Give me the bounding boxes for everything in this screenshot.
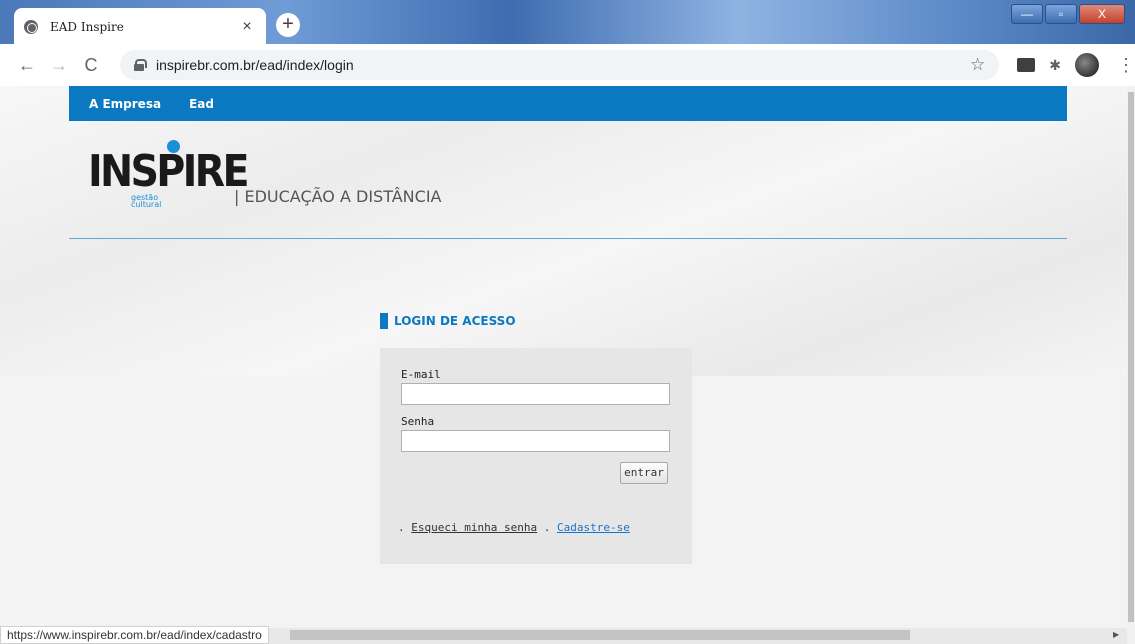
browser-toolbar: ← → C inspirebr.com.br/ead/index/login ☆… — [0, 44, 1135, 86]
reload-icon[interactable]: C — [78, 52, 104, 78]
bookmark-star-icon[interactable]: ☆ — [970, 55, 985, 75]
window-controls: — ▫ X — [1011, 4, 1125, 24]
site-tagline: | EDUCAÇÃO A DISTÂNCIA — [234, 187, 442, 206]
inspire-logo[interactable]: INSPIRE gestão cultural — [88, 136, 250, 216]
menu-dots-icon[interactable]: ⋮ — [1117, 55, 1135, 76]
lock-icon[interactable] — [133, 59, 147, 71]
globe-icon — [24, 20, 38, 34]
page-content: A Empresa Ead INSPIRE gestão cultural | … — [0, 86, 1127, 628]
maximize-button[interactable]: ▫ — [1045, 4, 1077, 24]
logo-subtitle: gestão cultural — [131, 194, 162, 209]
separator: . — [537, 521, 557, 534]
signup-link[interactable]: Cadastre-se — [557, 521, 630, 534]
forward-icon[interactable]: → — [46, 52, 72, 78]
status-bar: https://www.inspirebr.com.br/ead/index/c… — [0, 626, 269, 644]
logo-text: INSPIRE — [88, 146, 250, 197]
nav-link-ead[interactable]: Ead — [189, 97, 214, 111]
address-bar[interactable]: inspirebr.com.br/ead/index/login ☆ — [119, 50, 1000, 80]
heading-bar — [380, 313, 388, 329]
url-text[interactable]: inspirebr.com.br/ead/index/login — [156, 57, 970, 73]
horizontal-scrollbar-thumb[interactable] — [290, 630, 910, 640]
vertical-scrollbar-thumb[interactable] — [1128, 92, 1134, 622]
password-label: Senha — [401, 415, 435, 428]
tab-title: EAD Inspire — [50, 20, 124, 34]
new-tab-button[interactable]: + — [276, 13, 300, 37]
scroll-right-icon[interactable]: ▶ — [1113, 630, 1119, 639]
extensions-area: ✱ ⋮ — [1017, 53, 1135, 77]
login-heading: LOGIN DE ACESSO — [380, 313, 516, 329]
browser-titlebar: EAD Inspire × + — ▫ X — [0, 0, 1135, 46]
login-form: E-mail Senha entrar . Esqueci minha senh… — [380, 348, 692, 564]
submit-button[interactable]: entrar — [620, 462, 668, 484]
browser-tab[interactable]: EAD Inspire × — [14, 8, 266, 46]
site-nav: A Empresa Ead — [69, 86, 1067, 121]
close-tab-icon[interactable]: × — [238, 18, 256, 36]
profile-avatar[interactable] — [1075, 53, 1100, 77]
close-window-button[interactable]: X — [1079, 4, 1125, 24]
separator: . — [398, 521, 412, 534]
logo-dot — [167, 140, 180, 153]
login-links: . Esqueci minha senha . Cadastre-se — [398, 521, 630, 534]
header-background — [0, 86, 1127, 376]
header-divider — [69, 238, 1067, 239]
minimize-button[interactable]: — — [1011, 4, 1043, 24]
password-field[interactable] — [401, 430, 670, 452]
logo-sub-line2: cultural — [131, 200, 162, 209]
extension-icon[interactable] — [1017, 58, 1036, 72]
email-label: E-mail — [401, 368, 441, 381]
forgot-password-link[interactable]: Esqueci minha senha — [411, 521, 537, 534]
puzzle-icon[interactable]: ✱ — [1049, 57, 1061, 74]
login-title-text: LOGIN DE ACESSO — [394, 314, 516, 328]
nav-link-a-empresa[interactable]: A Empresa — [89, 97, 161, 111]
email-field[interactable] — [401, 383, 670, 405]
back-icon[interactable]: ← — [14, 52, 40, 78]
